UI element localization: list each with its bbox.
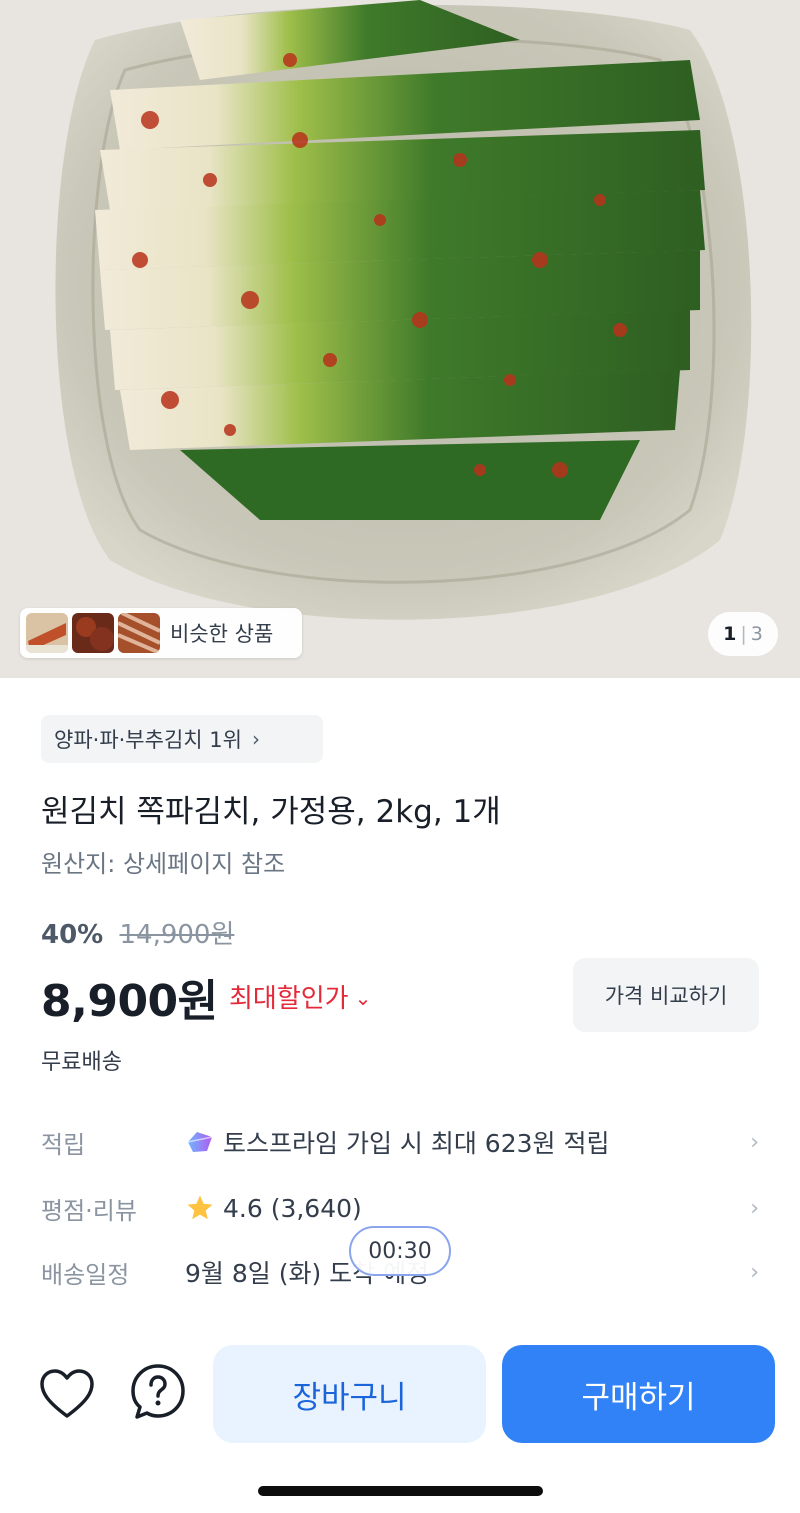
image-current-index: 1	[723, 623, 737, 645]
category-rank-chip[interactable]: 양파·파·부추김치 1위 ›	[41, 715, 323, 763]
home-indicator	[258, 1486, 543, 1496]
product-photo	[0, 0, 800, 678]
similar-products-button[interactable]: 비슷한 상품	[20, 608, 302, 658]
similar-products-label: 비슷한 상품	[170, 622, 274, 646]
rating-review-value: 4.6 (3,640)	[223, 1193, 362, 1223]
discount-rate: 40%	[41, 920, 104, 950]
timer-badge: 00:30	[349, 1226, 451, 1276]
wishlist-button[interactable]	[37, 1364, 97, 1424]
delivery-schedule-label: 배송일정	[41, 1260, 130, 1289]
similar-thumbnail-2	[72, 613, 114, 653]
reward-row[interactable]: 적립 토스프라임 가입 시 최대 623원 적립 ›	[41, 1120, 759, 1164]
chevron-right-icon: ›	[750, 1195, 759, 1221]
rating-review-row[interactable]: 평점·리뷰 4.6 (3,640) ›	[41, 1186, 759, 1230]
reward-value: 토스프라임 가입 시 최대 623원 적립	[223, 1129, 610, 1158]
toss-prime-gem-icon	[187, 1132, 213, 1152]
category-rank-label: 양파·파·부추김치 1위	[54, 728, 242, 752]
similar-thumbnail-3	[118, 613, 160, 653]
image-counter-separator: |	[740, 623, 747, 645]
question-bubble-icon	[131, 1364, 185, 1419]
chevron-right-icon: ›	[750, 1129, 759, 1155]
original-price: 14,900원	[119, 920, 235, 950]
product-origin: 원산지: 상세페이지 참조	[41, 850, 286, 878]
help-button[interactable]	[128, 1362, 188, 1422]
image-page-counter: 1 | 3	[708, 612, 778, 656]
max-discount-toggle[interactable]: 최대할인가 ⌄	[229, 978, 371, 1015]
max-discount-label: 최대할인가	[229, 984, 349, 1014]
reward-label: 적립	[41, 1130, 86, 1159]
image-total-count: 3	[750, 623, 763, 645]
heart-icon	[40, 1369, 94, 1418]
add-to-cart-button[interactable]: 장바구니	[213, 1345, 486, 1443]
compare-price-button[interactable]: 가격 비교하기	[573, 958, 759, 1032]
chevron-right-icon: ›	[251, 727, 260, 751]
shipping-info: 무료배송	[41, 1050, 122, 1075]
chevron-right-icon: ›	[750, 1259, 759, 1285]
product-image-gallery[interactable]: 비슷한 상품 1 | 3	[0, 0, 800, 678]
similar-thumbnail-1	[26, 613, 68, 653]
delivery-schedule-value: 9월 8일 (화) 도착 예정	[185, 1259, 430, 1288]
chevron-down-icon: ⌄	[354, 986, 372, 1010]
discount-info: 40% 14,900원	[41, 914, 234, 951]
star-icon	[187, 1195, 213, 1220]
buy-now-button[interactable]: 구매하기	[502, 1345, 775, 1443]
product-title: 원김치 쪽파김치, 가정용, 2kg, 1개	[41, 794, 501, 830]
rating-review-label: 평점·리뷰	[41, 1196, 137, 1225]
sale-price: 8,900원	[41, 976, 218, 1027]
